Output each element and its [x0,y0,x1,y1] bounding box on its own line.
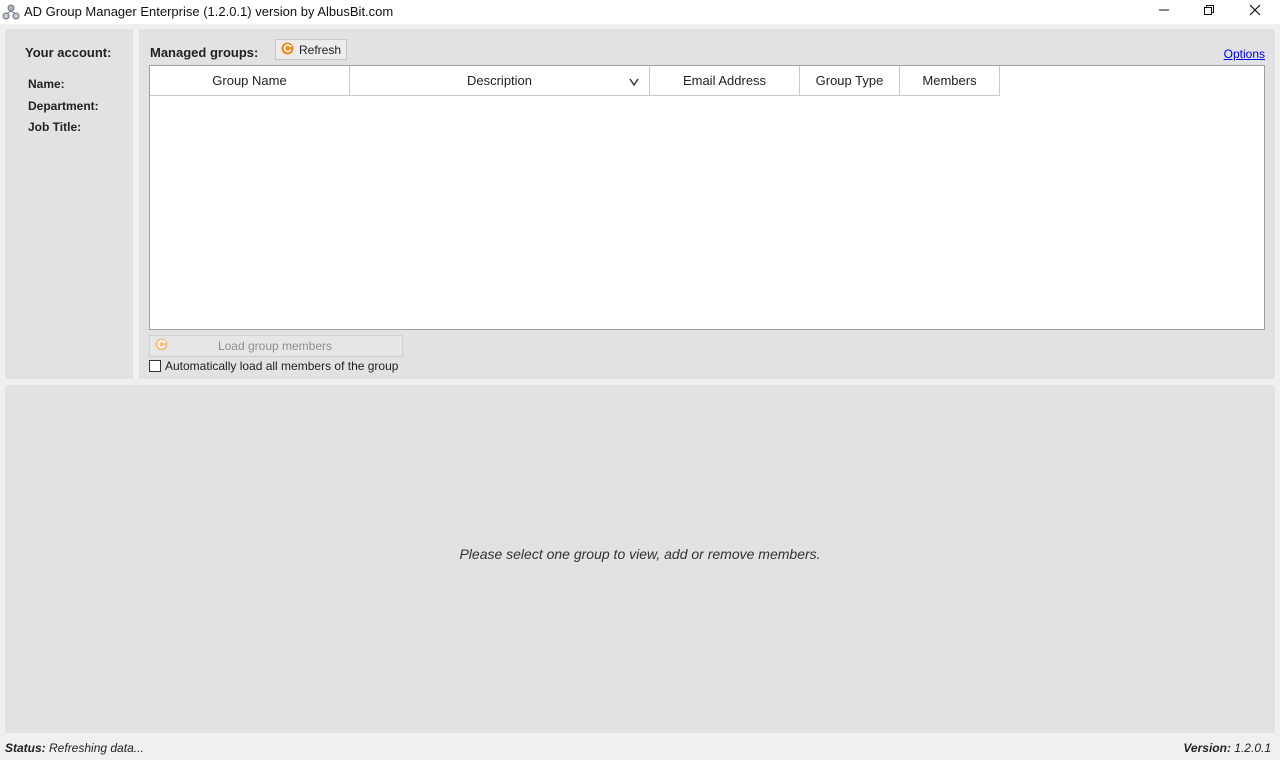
column-label: Description [466,73,533,88]
column-label: Group Name [212,73,287,88]
close-icon [1249,3,1261,21]
members-panel: Please select one group to view, add or … [5,385,1275,733]
account-title: Your account: [25,45,112,60]
client-area: Your account: Name: Department: Job Titl… [0,24,1280,760]
grid-header: Group Name Description Email Address Gro… [150,66,1000,96]
column-header-members[interactable]: Members [900,66,1000,96]
title-bar: AD Group Manager Enterprise (1.2.0.1) ve… [0,0,1280,24]
column-label: Members [922,73,977,88]
column-header-email-address[interactable]: Email Address [650,66,800,96]
column-header-group-type[interactable]: Group Type [800,66,900,96]
account-panel: Your account: Name: Department: Job Titl… [5,29,133,379]
refresh-icon [281,42,294,58]
column-label: Group Type [815,73,884,88]
column-header-group-name[interactable]: Group Name [150,66,350,96]
minimize-button[interactable] [1141,0,1187,24]
job-title-label: Job Title: [28,120,82,134]
managed-groups-panel: Managed groups: Refresh Options Group Na… [139,29,1275,379]
groups-grid[interactable]: Group Name Description Email Address Gro… [149,65,1265,330]
window-title: AD Group Manager Enterprise (1.2.0.1) ve… [24,4,394,19]
auto-load-label: Automatically load all members of the gr… [165,359,399,373]
options-link[interactable]: Options [1224,47,1265,61]
refresh-icon [155,338,168,354]
refresh-label: Refresh [299,42,342,57]
managed-groups-label: Managed groups: [150,45,259,60]
status-value: Refreshing data... [49,741,144,755]
load-group-members-button[interactable]: Load group members [149,335,403,357]
auto-load-checkbox[interactable]: Automatically load all members of the gr… [149,359,398,373]
department-label: Department: [28,99,99,113]
minimize-icon [1158,3,1170,21]
status-text: Status: Refreshing data... [5,741,144,755]
refresh-button[interactable]: Refresh [275,39,347,60]
chevron-down-icon [629,75,639,90]
version-label: Version: [1183,741,1231,755]
version-text: Version: 1.2.0.1 [1183,741,1271,755]
network-users-icon [2,3,20,21]
version-value: 1.2.0.1 [1234,741,1271,755]
column-header-description[interactable]: Description [350,66,650,96]
status-label: Status: [5,741,46,755]
name-label: Name: [28,77,65,91]
checkbox-box[interactable] [149,360,161,372]
restore-icon [1203,3,1215,21]
load-group-members-label: Load group members [217,339,333,353]
close-button[interactable] [1232,0,1278,24]
restore-button[interactable] [1186,0,1232,24]
members-placeholder-text: Please select one group to view, add or … [459,546,821,562]
column-label: Email Address [682,73,767,88]
status-bar: Status: Refreshing data... Version: 1.2.… [0,736,1280,760]
